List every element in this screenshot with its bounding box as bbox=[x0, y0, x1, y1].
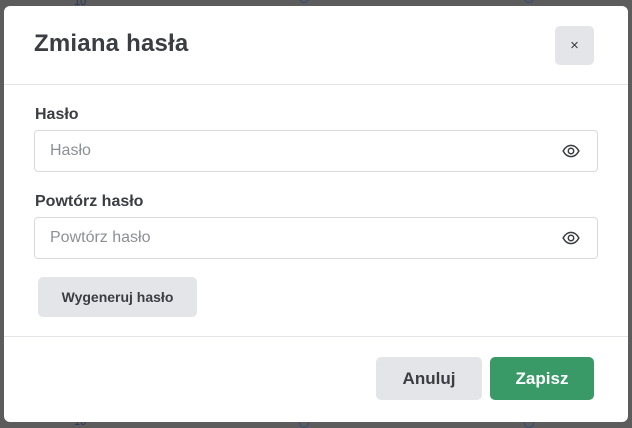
check-icon bbox=[299, 0, 309, 3]
dialog-title: Zmiana hasła bbox=[34, 30, 189, 57]
close-button[interactable]: × bbox=[555, 26, 594, 65]
dialog-header: Zmiana hasła × bbox=[4, 6, 628, 85]
eye-icon[interactable] bbox=[561, 142, 581, 160]
background-table-row: 10 bbox=[0, 0, 632, 8]
password-input[interactable] bbox=[35, 131, 545, 171]
repeat-password-field-wrapper bbox=[34, 217, 598, 259]
repeat-password-label: Powtórz hasło bbox=[35, 193, 144, 210]
close-icon: × bbox=[570, 37, 579, 54]
check-icon bbox=[524, 0, 534, 3]
change-password-dialog: Zmiana hasła × Hasło Powtórz hasło Wygen… bbox=[4, 6, 628, 422]
password-label: Hasło bbox=[35, 106, 79, 123]
password-field-wrapper bbox=[34, 130, 598, 172]
eye-icon[interactable] bbox=[561, 229, 581, 247]
cancel-button[interactable]: Anuluj bbox=[376, 357, 482, 400]
save-button[interactable]: Zapisz bbox=[490, 357, 594, 400]
repeat-password-input[interactable] bbox=[35, 218, 545, 258]
generate-password-button[interactable]: Wygeneruj hasło bbox=[38, 277, 197, 317]
dialog-footer-divider bbox=[4, 336, 628, 337]
